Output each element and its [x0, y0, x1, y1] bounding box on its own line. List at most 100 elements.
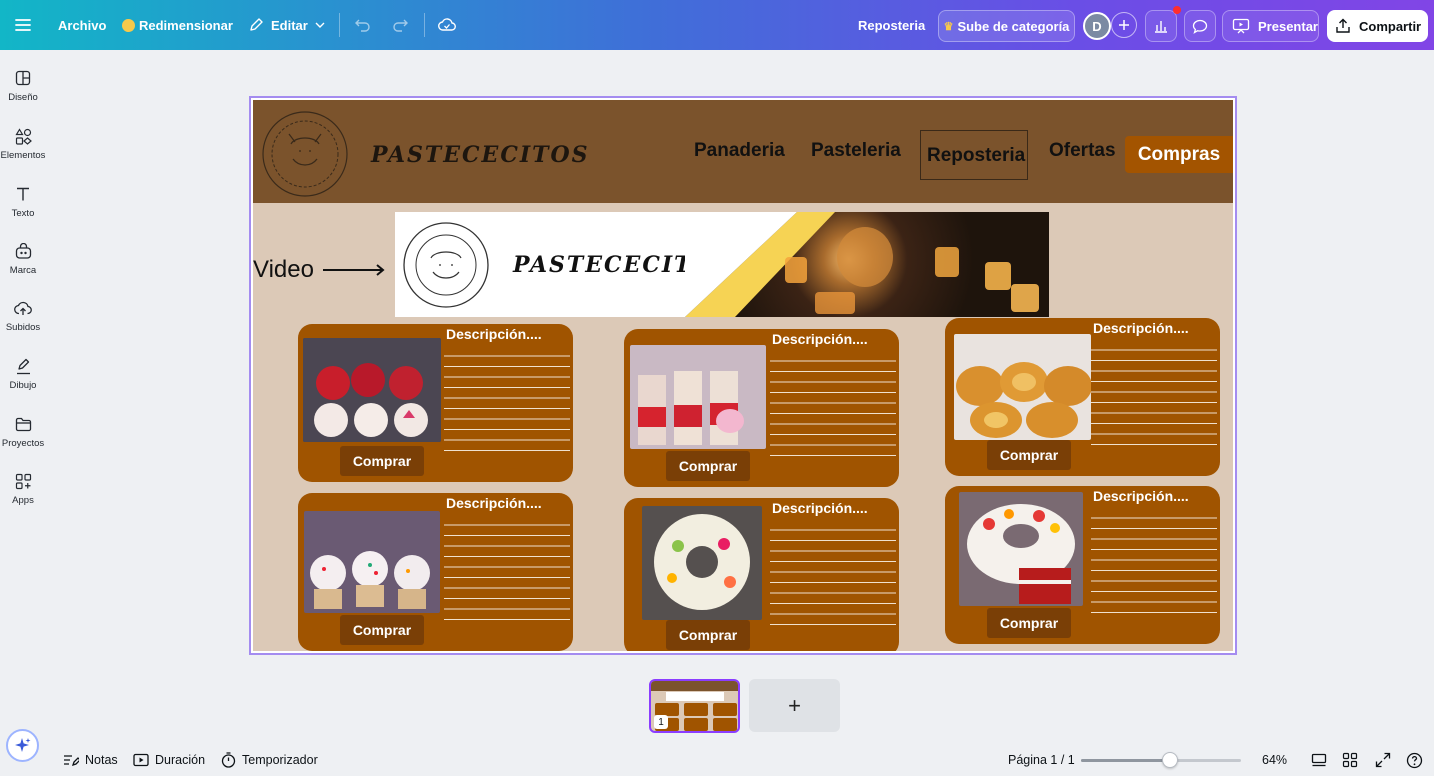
- cloud-save-icon[interactable]: [438, 0, 456, 50]
- product-card[interactable]: Descripción.... Comprar: [945, 318, 1220, 476]
- zoom-slider[interactable]: [1081, 752, 1241, 768]
- upgrade-button[interactable]: ♛ Sube de categoría: [938, 10, 1075, 42]
- thumb-card: [684, 718, 708, 731]
- project-title[interactable]: Reposteria: [858, 0, 925, 50]
- nav-ofertas[interactable]: Ofertas: [1049, 140, 1116, 162]
- candle-glow: [785, 227, 1039, 314]
- zoom-slider-handle[interactable]: [1162, 752, 1179, 768]
- avatar[interactable]: D: [1083, 12, 1111, 40]
- jelly-ring-photo[interactable]: [642, 506, 762, 620]
- analytics-button[interactable]: [1145, 10, 1177, 42]
- comment-button[interactable]: [1184, 10, 1216, 42]
- banner-logo-seal: [403, 222, 489, 308]
- notes-button[interactable]: Notas: [63, 748, 118, 772]
- share-label: Compartir: [1359, 18, 1422, 34]
- timer-button[interactable]: Temporizador: [221, 748, 318, 772]
- timer-icon: [221, 752, 236, 768]
- zoom-level[interactable]: 64%: [1262, 748, 1287, 772]
- sidebar-item-diseno[interactable]: Diseño: [0, 64, 46, 116]
- description-title[interactable]: Descripción....: [446, 495, 542, 511]
- sidebar-item-elementos[interactable]: Elementos: [0, 122, 46, 174]
- video-banner[interactable]: PASTECECITOS: [395, 212, 1049, 317]
- dessert-cups-photo[interactable]: [630, 345, 766, 449]
- sidebar-item-subidos[interactable]: Subidos: [0, 294, 46, 346]
- apps-icon: [13, 471, 33, 491]
- bar-chart-icon: [1155, 21, 1167, 33]
- add-collaborator-button[interactable]: [1111, 12, 1137, 38]
- site-header[interactable]: PASTECECITOS Panaderia Pasteleria Repost…: [253, 100, 1233, 203]
- sidebar-item-texto[interactable]: Texto: [0, 180, 46, 232]
- product-card[interactable]: Descripción.... Comprar: [624, 498, 899, 651]
- sidebar-item-label: Apps: [12, 495, 34, 506]
- nav-compras-button[interactable]: Compras: [1125, 136, 1233, 173]
- sidebar-item-apps[interactable]: Apps: [0, 467, 46, 519]
- thumb-card: [713, 718, 737, 731]
- add-page-button[interactable]: +: [749, 679, 840, 732]
- nav-pasteleria[interactable]: Pasteleria: [811, 140, 901, 162]
- description-lines: [444, 346, 570, 452]
- fullscreen-icon[interactable]: [1375, 748, 1391, 772]
- description-title[interactable]: Descripción....: [446, 326, 542, 342]
- divider: [424, 13, 425, 37]
- archivo-menu[interactable]: Archivo: [58, 0, 106, 50]
- video-label[interactable]: Video: [253, 256, 314, 284]
- hamburger-icon[interactable]: [14, 0, 32, 50]
- thumb-header: [651, 681, 738, 691]
- plus-icon: [1119, 20, 1129, 30]
- share-icon: [1336, 18, 1350, 33]
- cupcakes-valentine-photo[interactable]: [303, 338, 441, 442]
- cupcakes-sprinkles-photo[interactable]: [304, 511, 440, 613]
- editar-button[interactable]: Editar: [248, 0, 326, 50]
- product-card[interactable]: Descripción.... Comprar: [298, 324, 573, 482]
- description-title[interactable]: Descripción....: [772, 331, 868, 347]
- buy-button[interactable]: Comprar: [340, 615, 424, 645]
- page-indicator[interactable]: Página 1 / 1: [1008, 748, 1075, 772]
- left-sidebar: Diseño Elementos Texto Marca Subidos Dib…: [0, 50, 46, 776]
- redo-icon[interactable]: [392, 0, 409, 50]
- redimensionar-button[interactable]: Redimensionar: [122, 0, 233, 50]
- sidebar-item-label: Proyectos: [1, 438, 45, 449]
- duration-label: Duración: [155, 753, 206, 767]
- sidebar-item-marca[interactable]: Marca: [0, 237, 46, 289]
- shapes-icon: [13, 126, 33, 146]
- thumb-card: [713, 703, 737, 716]
- product-card[interactable]: Descripción.... Comprar: [298, 493, 573, 651]
- sidebar-item-dibujo[interactable]: Dibujo: [0, 352, 46, 404]
- grid-view-icon[interactable]: [1342, 748, 1358, 772]
- notes-view-icon[interactable]: [1311, 748, 1327, 772]
- nav-reposteria[interactable]: Reposteria: [927, 145, 1025, 167]
- description-lines: [770, 520, 896, 626]
- buy-button[interactable]: Comprar: [340, 446, 424, 476]
- tarts-photo[interactable]: [954, 334, 1091, 440]
- product-card[interactable]: Descripción.... Comprar: [945, 486, 1220, 644]
- buy-button[interactable]: Comprar: [666, 620, 750, 650]
- product-card[interactable]: Descripción.... Comprar: [624, 329, 899, 487]
- timer-label: Temporizador: [242, 753, 318, 767]
- folder-icon: [13, 414, 33, 434]
- description-title[interactable]: Descripción....: [772, 500, 868, 516]
- page-thumbnail[interactable]: 1: [649, 679, 740, 733]
- description-title[interactable]: Descripción....: [1093, 488, 1189, 504]
- help-icon[interactable]: [1406, 748, 1423, 772]
- buy-button[interactable]: Comprar: [987, 440, 1071, 470]
- crown-icon: [122, 18, 135, 32]
- magic-assistant-button[interactable]: [6, 729, 39, 762]
- brand-name[interactable]: PASTECECITOS: [371, 142, 590, 168]
- undo-icon[interactable]: [354, 0, 371, 50]
- logo-seal[interactable]: [259, 104, 355, 200]
- top-toolbar: Archivo Redimensionar Editar Reposteria …: [0, 0, 1434, 50]
- present-button[interactable]: Presentar: [1222, 10, 1319, 42]
- sidebar-item-label: Marca: [9, 265, 37, 276]
- description-title[interactable]: Descripción....: [1093, 320, 1189, 336]
- share-button[interactable]: Compartir: [1327, 10, 1428, 42]
- buy-button[interactable]: Comprar: [987, 608, 1071, 638]
- sidebar-item-proyectos[interactable]: Proyectos: [0, 410, 46, 462]
- page-number: 1: [654, 715, 668, 729]
- layout-icon: [13, 68, 33, 88]
- fruit-cake-photo[interactable]: [959, 492, 1083, 606]
- nav-panaderia[interactable]: Panaderia: [694, 140, 785, 162]
- design-page[interactable]: PASTECECITOS Panaderia Pasteleria Repost…: [253, 100, 1233, 651]
- buy-button[interactable]: Comprar: [666, 451, 750, 481]
- duration-button[interactable]: Duración: [133, 748, 205, 772]
- notes-icon: [64, 755, 79, 767]
